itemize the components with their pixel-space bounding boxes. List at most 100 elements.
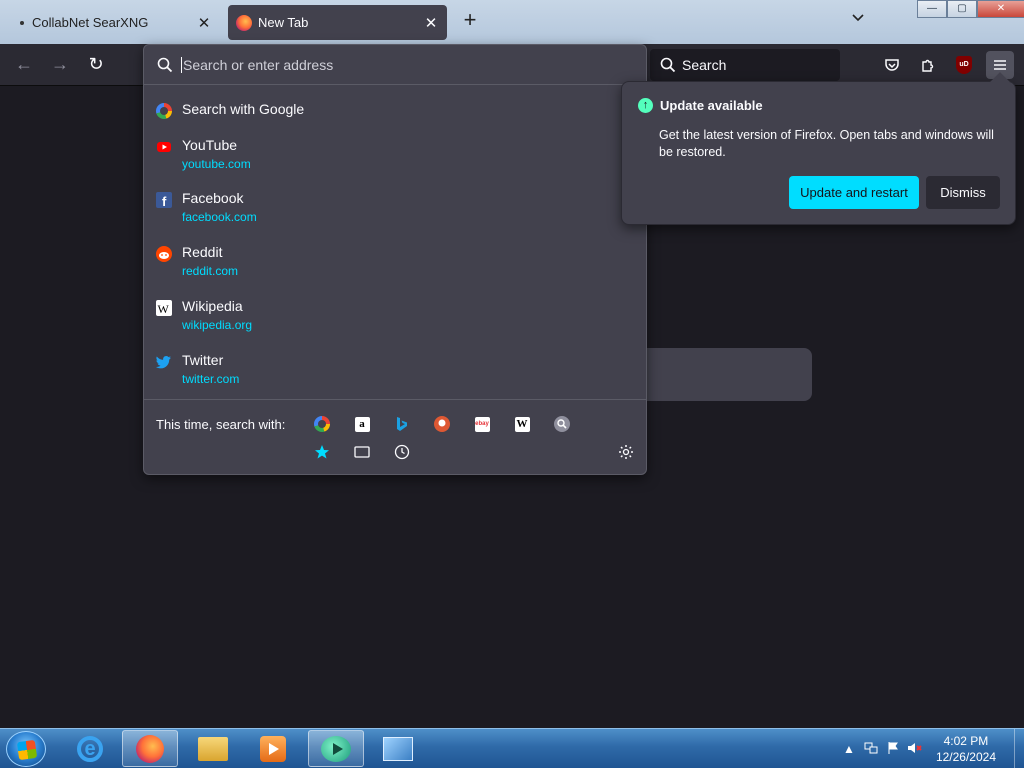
url-input[interactable] xyxy=(181,56,611,73)
app-icon xyxy=(321,735,351,762)
google-icon xyxy=(156,103,172,119)
forward-button[interactable]: → xyxy=(48,53,72,77)
result-url: wikipedia.org xyxy=(182,318,253,332)
result-url: reddit.com xyxy=(182,264,239,278)
clock[interactable]: 4:02 PM 12/26/2024 xyxy=(936,733,996,765)
result-search-with-google[interactable]: Search with Google xyxy=(156,101,636,125)
reload-button[interactable]: ↻ xyxy=(84,53,108,77)
window-controls: — ▢ ✕ xyxy=(917,0,1024,18)
ublock-icon: uD xyxy=(956,56,972,74)
reddit-icon xyxy=(156,246,172,262)
result-url: twitter.com xyxy=(182,372,240,386)
result-twitter[interactable]: Twitter twitter.com xyxy=(156,352,636,396)
amazon-icon: a xyxy=(354,416,370,432)
chevron-down-icon xyxy=(852,14,864,22)
tabs-search-button[interactable] xyxy=(353,443,371,461)
taskbar-firefox[interactable] xyxy=(122,730,178,767)
update-header: ↑ Update available xyxy=(638,98,763,113)
result-title: Reddit xyxy=(182,244,223,260)
minimize-button[interactable]: — xyxy=(917,0,947,18)
result-title: Twitter xyxy=(182,352,224,368)
taskbar-file-explorer[interactable] xyxy=(185,730,241,767)
engine-ebay-button[interactable]: ebay xyxy=(473,415,491,433)
update-and-restart-button[interactable]: Update and restart xyxy=(789,176,919,209)
engine-bing-button[interactable] xyxy=(393,415,411,433)
close-tab-icon[interactable]: ✕ xyxy=(194,14,214,32)
engine-duckduckgo-button[interactable] xyxy=(433,415,451,433)
search-icon xyxy=(660,57,676,73)
tab-favicon xyxy=(20,20,24,25)
wikipedia-icon: W xyxy=(156,300,172,316)
dismiss-button[interactable]: Dismiss xyxy=(926,176,1000,209)
search-placeholder: Search xyxy=(682,57,727,73)
tab-title: New Tab xyxy=(258,15,309,30)
youtube-icon xyxy=(156,139,172,155)
engine-google-button[interactable] xyxy=(313,415,331,433)
bookmarks-search-button[interactable] xyxy=(313,443,331,461)
pocket-button[interactable] xyxy=(878,51,906,79)
ublock-origin-button[interactable]: uD xyxy=(950,51,978,79)
urlbar xyxy=(144,45,646,85)
control-panel-icon xyxy=(383,736,413,761)
tab-new-tab[interactable]: New Tab ✕ xyxy=(228,5,447,40)
taskbar-internet-explorer[interactable]: e xyxy=(62,730,118,767)
list-all-tabs-button[interactable] xyxy=(846,10,870,34)
update-arrow-icon: ↑ xyxy=(638,98,653,113)
new-tab-button[interactable]: + xyxy=(458,9,482,33)
toolbar-search-box[interactable]: Search xyxy=(650,49,840,81)
show-hidden-icons-button[interactable]: ▲ xyxy=(838,742,860,756)
result-title: YouTube xyxy=(182,137,238,153)
update-title: Update available xyxy=(660,98,763,113)
extensions-button[interactable] xyxy=(914,51,942,79)
internet-explorer-icon: e xyxy=(77,735,103,762)
result-title: Wikipedia xyxy=(182,298,243,314)
tab-collabnet-searxng[interactable]: CollabNet SearXNG ✕ xyxy=(6,5,220,40)
engine-wikipedia-button[interactable]: W xyxy=(513,415,531,433)
firefox-icon xyxy=(136,734,164,763)
oneoff-search-label: This time, search with: xyxy=(156,417,286,432)
newtab-search-box[interactable] xyxy=(645,348,812,401)
result-url: facebook.com xyxy=(182,210,257,224)
search-settings-button[interactable] xyxy=(617,443,635,461)
tab-strip: CollabNet SearXNG ✕ New Tab ✕ + — ▢ ✕ xyxy=(0,0,1024,44)
windows-logo-icon xyxy=(16,739,38,761)
svg-text:f: f xyxy=(162,194,167,208)
result-reddit[interactable]: Reddit reddit.com xyxy=(156,244,636,288)
engine-amazon-button[interactable]: a xyxy=(353,415,371,433)
clock-time: 4:02 PM xyxy=(943,734,989,748)
system-tray: ▲ 4:02 PM 12/26/2024 xyxy=(838,729,1024,768)
update-available-panel: ↑ Update available Get the latest versio… xyxy=(621,72,1016,225)
result-facebook[interactable]: f Facebook facebook.com xyxy=(156,190,636,234)
start-button[interactable] xyxy=(6,731,46,767)
star-icon xyxy=(315,445,329,459)
update-message: Get the latest version of Firefox. Open … xyxy=(659,128,994,159)
result-title: Search with Google xyxy=(182,101,305,117)
volume-muted-icon[interactable] xyxy=(904,741,926,758)
searxng-icon xyxy=(554,416,570,432)
result-youtube[interactable]: YouTube youtube.com xyxy=(156,137,636,181)
history-search-button[interactable] xyxy=(393,443,411,461)
media-player-icon xyxy=(260,735,286,762)
bing-icon xyxy=(397,417,407,431)
taskbar-control-panel[interactable] xyxy=(370,730,426,767)
back-button[interactable]: ← xyxy=(12,53,36,77)
folder-icon xyxy=(198,736,228,761)
result-url: youtube.com xyxy=(182,157,251,171)
search-icon xyxy=(157,57,173,72)
close-tab-icon[interactable]: ✕ xyxy=(421,14,441,32)
maximize-button[interactable]: ▢ xyxy=(947,0,977,18)
tab-title: CollabNet SearXNG xyxy=(32,15,149,30)
taskbar-vpn-app[interactable] xyxy=(308,730,364,767)
result-wikipedia[interactable]: W Wikipedia wikipedia.org xyxy=(156,298,636,342)
close-window-button[interactable]: ✕ xyxy=(977,0,1024,18)
engine-searxng-button[interactable] xyxy=(553,415,571,433)
network-icon[interactable] xyxy=(860,741,882,758)
clock-icon xyxy=(394,444,410,460)
wikipedia-icon: W xyxy=(514,416,530,432)
twitter-icon xyxy=(156,354,172,370)
show-desktop-button[interactable] xyxy=(1014,729,1024,768)
duckduckgo-icon xyxy=(434,416,450,432)
urlbar-panel: Search with Google YouTube youtube.com f… xyxy=(143,44,647,475)
taskbar-media-player[interactable] xyxy=(245,730,301,767)
action-center-flag-icon[interactable] xyxy=(882,741,904,758)
